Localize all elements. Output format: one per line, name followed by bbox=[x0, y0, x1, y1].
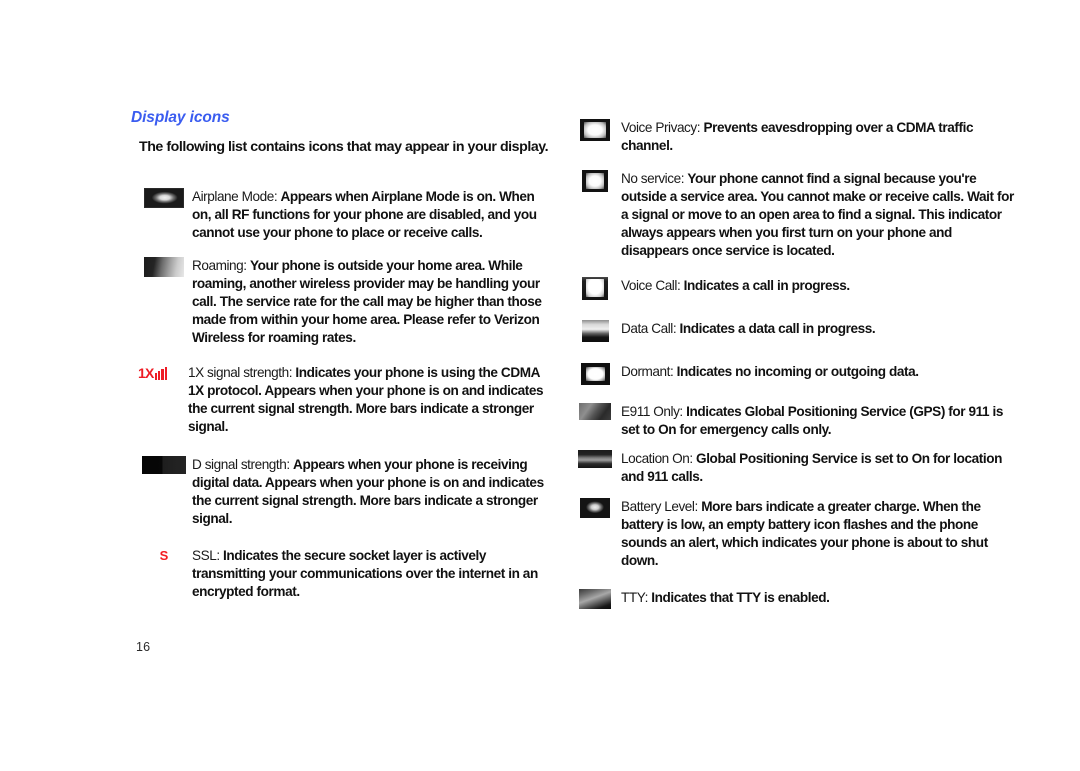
term-label: TTY bbox=[621, 590, 645, 605]
term-label: Voice Call bbox=[621, 278, 677, 293]
term-separator: : bbox=[273, 189, 278, 204]
list-item-text: E911 Only: Indicates Global Positioning … bbox=[621, 403, 1021, 439]
data-call-icon bbox=[571, 320, 619, 344]
tty-icon bbox=[571, 589, 619, 613]
term-label: Location On bbox=[621, 451, 690, 466]
dormant-icon bbox=[571, 363, 619, 387]
term-separator: : bbox=[672, 321, 677, 336]
page-title: Display icons bbox=[131, 109, 230, 126]
term-description: Indicates the secure socket layer is act… bbox=[192, 548, 538, 600]
list-item-text: 1X signal strength: Indicates your phone… bbox=[188, 364, 552, 436]
term-separator: : bbox=[696, 120, 701, 135]
term-description: Indicates a data call in progress. bbox=[679, 321, 876, 336]
term-separator: : bbox=[243, 258, 247, 273]
term-label: Airplane Mode bbox=[192, 189, 274, 204]
list-item-text: Voice Call: Indicates a call in progress… bbox=[621, 277, 1021, 295]
voice-call-icon bbox=[571, 277, 619, 301]
list-item-text: Dormant: Indicates no incoming or outgoi… bbox=[621, 363, 1021, 381]
list-item-text: Location On: Global Positioning Service … bbox=[621, 450, 1021, 486]
list-item-text: Voice Privacy: Prevents eavesdropping ov… bbox=[621, 119, 1021, 155]
term-separator: : bbox=[644, 590, 649, 605]
list-item-text: TTY: Indicates that TTY is enabled. bbox=[621, 589, 1021, 607]
term-separator: : bbox=[216, 548, 220, 563]
page-number: 16 bbox=[136, 640, 151, 654]
term-label: E911 Only bbox=[621, 404, 680, 419]
signal-bars bbox=[154, 366, 168, 380]
term-description: Indicates that TTY is enabled. bbox=[651, 590, 830, 605]
list-item-text: Airplane Mode: Appears when Airplane Mod… bbox=[192, 188, 552, 242]
term-separator: : bbox=[689, 451, 693, 466]
intro-paragraph: The following list contains icons that m… bbox=[139, 139, 549, 155]
term-label: D signal strength bbox=[192, 457, 287, 472]
e911-only-icon bbox=[571, 403, 619, 427]
term-label: SSL bbox=[192, 548, 217, 563]
1x-icon-label: 1X bbox=[138, 365, 154, 381]
term-separator: : bbox=[676, 278, 681, 293]
term-separator: : bbox=[288, 365, 293, 380]
list-item-text: D signal strength: Appears when your pho… bbox=[192, 456, 552, 528]
list-item-text: No service: Your phone cannot find a sig… bbox=[621, 170, 1021, 260]
term-label: No service bbox=[621, 171, 681, 186]
1x-signal-strength-icon: 1X bbox=[136, 364, 188, 388]
term-description: Indicates a call in progress. bbox=[683, 278, 851, 293]
d-signal-strength-icon bbox=[136, 456, 192, 480]
list-item-text: Roaming: Your phone is outside your home… bbox=[192, 257, 552, 347]
term-description: Indicates no incoming or outgoing data. bbox=[676, 364, 919, 379]
voice-privacy-icon bbox=[571, 119, 619, 143]
battery-level-icon bbox=[571, 498, 619, 522]
ssl-icon: S bbox=[159, 548, 169, 563]
location-on-icon bbox=[571, 450, 619, 474]
term-separator: : bbox=[679, 404, 683, 419]
term-label: Battery Level bbox=[621, 499, 695, 514]
term-label: Dormant bbox=[621, 364, 670, 379]
no-service-icon bbox=[571, 170, 619, 194]
list-item-text: SSL: Indicates the secure socket layer i… bbox=[192, 547, 552, 601]
term-separator: : bbox=[286, 457, 290, 472]
roaming-icon bbox=[136, 257, 192, 281]
term-label: Roaming bbox=[192, 258, 244, 273]
term-separator: : bbox=[694, 499, 699, 514]
term-label: 1X signal strength bbox=[188, 365, 289, 380]
term-label: Voice Privacy bbox=[621, 120, 697, 135]
term-separator: : bbox=[680, 171, 685, 186]
manual-page: Display icons The following list contain… bbox=[0, 0, 1080, 771]
airplane-mode-icon bbox=[136, 188, 192, 212]
term-separator: : bbox=[669, 364, 674, 379]
term-label: Data Call bbox=[621, 321, 673, 336]
list-item-text: Battery Level: More bars indicate a grea… bbox=[621, 498, 1021, 570]
list-item-text: Data Call: Indicates a data call in prog… bbox=[621, 320, 1021, 338]
